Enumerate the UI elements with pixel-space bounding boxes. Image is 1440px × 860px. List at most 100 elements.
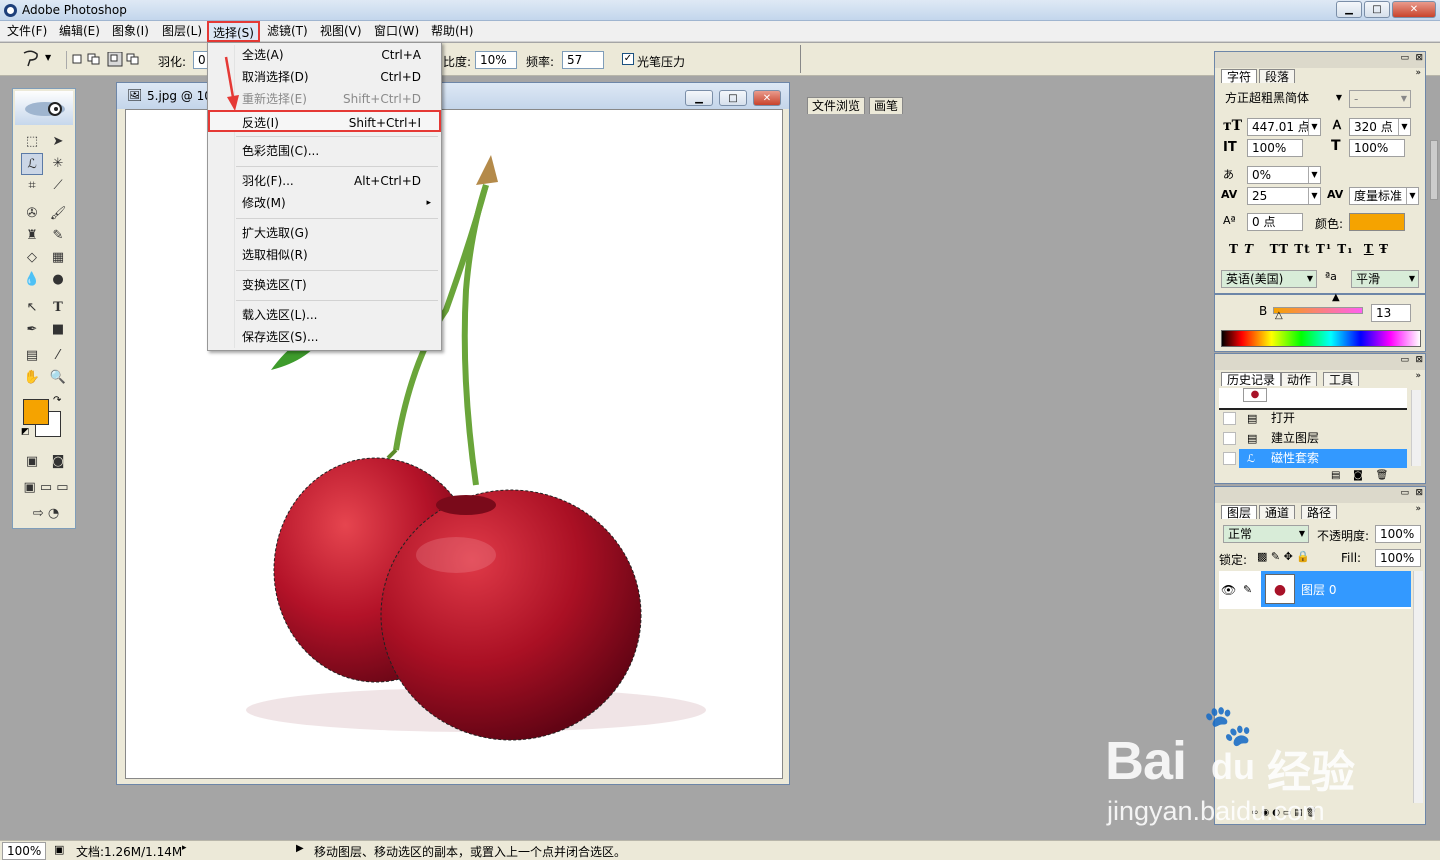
history-item-selected[interactable]: ℒ 磁性套索 <box>1219 449 1407 468</box>
tab-history[interactable]: 历史记录 <box>1221 372 1282 387</box>
panel-well-scroll[interactable] <box>1430 140 1438 200</box>
lock-icons[interactable]: ▩ ✎ ✥ 🔒 <box>1257 550 1310 563</box>
leading-input[interactable]: 320 点 ▼ <box>1349 118 1411 136</box>
stamp-icon[interactable]: ♜ <box>21 225 43 247</box>
channel-slider[interactable] <box>1273 307 1363 314</box>
channel-value-input[interactable]: 13 <box>1371 304 1411 322</box>
history-scrollbar[interactable] <box>1411 390 1421 466</box>
zoom-input[interactable]: 100% <box>2 842 46 860</box>
notes-icon[interactable]: ▤ <box>21 345 43 367</box>
panel-menu-icon[interactable]: » <box>1415 371 1421 381</box>
crop-icon[interactable]: ⌗ <box>21 175 43 197</box>
screen-mode-icons[interactable]: ▣ ▭ ▭ <box>19 477 73 499</box>
font-size-input[interactable]: 447.01 点 ▼ <box>1247 118 1321 136</box>
panel-minimize-icon[interactable]: ▭ <box>1400 53 1409 63</box>
hand-icon[interactable]: ✋ <box>21 367 43 389</box>
feather-input[interactable]: 0 <box>193 51 207 69</box>
slice-icon[interactable]: ⟋ <box>47 175 69 197</box>
brush-icon[interactable]: 🖌 <box>47 203 69 225</box>
panel-close-icon[interactable]: ⊠ <box>1415 53 1423 63</box>
font-family-select[interactable]: 方正超粗黑简体 ▼ <box>1221 90 1345 108</box>
menu-filter[interactable]: 滤镜(T) <box>263 23 312 40</box>
layer-name[interactable]: 图层 0 <box>1301 581 1336 598</box>
pen-pressure-checkbox[interactable]: ✓ <box>622 53 634 65</box>
panel-minimize-icon[interactable]: ▭ <box>1400 488 1409 498</box>
close-button[interactable]: ✕ <box>1392 1 1436 18</box>
healing-icon[interactable]: ✇ <box>21 203 43 225</box>
menu-window[interactable]: 窗口(W) <box>370 23 423 40</box>
swap-colors-icon[interactable]: ↷ <box>53 395 61 406</box>
doc-close-button[interactable]: ✕ <box>753 90 781 106</box>
tab-paths[interactable]: 路径 <box>1301 505 1338 520</box>
history-footer-icons[interactable]: ▤ ◙ 🗑 <box>1331 470 1388 481</box>
jump-to-imageready-icon[interactable]: ⇨ ◔ <box>19 503 73 525</box>
frequency-input[interactable]: 57 <box>562 51 604 69</box>
history-brush-icon[interactable]: ✎ <box>47 225 69 247</box>
menu-layer[interactable]: 图层(L) <box>158 23 206 40</box>
panel-close-icon[interactable]: ⊠ <box>1415 355 1423 365</box>
color-ramp[interactable] <box>1221 330 1421 347</box>
language-select[interactable]: 英语(美国) ▼ <box>1221 270 1317 288</box>
eyedropper-icon[interactable]: ⁄ <box>47 345 69 367</box>
fill-input[interactable]: 100% <box>1375 549 1421 567</box>
tracking-input[interactable]: 25 ▼ <box>1247 187 1321 205</box>
menu-item-load-selection[interactable]: 载入选区(L)... <box>210 304 439 326</box>
tab-channels[interactable]: 通道 <box>1259 505 1296 520</box>
menu-view[interactable]: 视图(V) <box>316 23 366 40</box>
vertical-scale-input[interactable]: 100% <box>1247 139 1303 157</box>
baseline-shift-input[interactable]: 0 点 <box>1247 213 1303 231</box>
gradient-icon[interactable]: ▦ <box>47 247 69 269</box>
history-item[interactable]: ▤ 打开 <box>1219 409 1407 428</box>
horizontal-scale-input[interactable]: 100% <box>1349 139 1405 157</box>
eraser-icon[interactable]: ◇ <box>21 247 43 269</box>
selection-mode-icons[interactable] <box>72 52 142 68</box>
zoom-icon[interactable]: 🔍 <box>47 367 69 389</box>
lasso-icon[interactable]: ℒ <box>21 153 43 175</box>
standard-mode-icon[interactable]: ▣ <box>21 451 43 473</box>
tab-file-browser[interactable]: 文件浏览 <box>807 97 866 114</box>
shape-icon[interactable]: ■ <box>47 319 69 341</box>
tsume-input[interactable]: 0% ▼ <box>1247 166 1321 184</box>
slider-thumb-icon[interactable]: △ <box>1275 310 1283 321</box>
path-select-icon[interactable]: ↖ <box>21 297 43 319</box>
marquee-icon[interactable]: ⬚ <box>21 131 43 153</box>
layer-row[interactable]: 👁 ✎ ● 图层 0 <box>1219 571 1411 609</box>
pen-icon[interactable]: ✒ <box>21 319 43 341</box>
tool-preset-arrow-icon[interactable]: ▼ <box>45 53 51 62</box>
menu-select[interactable]: 选择(S) <box>207 21 260 42</box>
magic-wand-icon[interactable]: ✳ <box>47 153 69 175</box>
doc-maximize-button[interactable]: □ <box>719 90 747 106</box>
tab-tools[interactable]: 工具 <box>1323 372 1360 387</box>
menu-image[interactable]: 图象(I) <box>108 23 153 40</box>
tab-brushes[interactable]: 画笔 <box>869 97 904 114</box>
blend-mode-select[interactable]: 正常 ▼ <box>1223 525 1309 543</box>
tab-paragraph[interactable]: 段落 <box>1259 69 1296 84</box>
menu-file[interactable]: 文件(F) <box>3 23 51 40</box>
panel-menu-icon[interactable]: » <box>1415 68 1421 78</box>
eye-icon[interactable]: 👁 <box>1221 583 1236 597</box>
panel-close-icon[interactable]: ⊠ <box>1415 488 1423 498</box>
menu-item-grow[interactable]: 扩大选取(G) <box>210 222 439 244</box>
dodge-icon[interactable]: ● <box>47 269 69 291</box>
menu-item-feather[interactable]: 羽化(F)... Alt+Ctrl+D <box>210 170 439 192</box>
font-style-select[interactable]: - ▼ <box>1349 90 1411 108</box>
kerning-select[interactable]: 度量标准 ▼ <box>1349 187 1419 205</box>
doc-info-arrow-icon[interactable]: ▸ <box>182 843 187 853</box>
tab-character[interactable]: 字符 <box>1221 69 1258 84</box>
menu-edit[interactable]: 编辑(E) <box>55 23 104 40</box>
menu-item-save-selection[interactable]: 保存选区(S)... <box>210 326 439 348</box>
antialias-select[interactable]: 平滑 ▼ <box>1351 270 1419 288</box>
text-color-swatch[interactable] <box>1349 213 1405 231</box>
opacity-input[interactable]: 100% <box>1375 525 1421 543</box>
move-icon[interactable]: ➤ <box>47 131 69 153</box>
maximize-button[interactable]: □ <box>1364 1 1390 18</box>
menu-item-similar[interactable]: 选取相似(R) <box>210 244 439 266</box>
tab-actions[interactable]: 动作 <box>1281 372 1318 387</box>
text-style-buttons[interactable]: T T TT Tt T¹ T₁ T Ŧ <box>1229 242 1419 258</box>
contrast-input[interactable]: 10% <box>475 51 517 69</box>
menu-item-color-range[interactable]: 色彩范围(C)... <box>210 140 439 162</box>
blur-icon[interactable]: 💧 <box>21 269 43 291</box>
history-item[interactable]: ▤ 建立图层 <box>1219 429 1407 448</box>
magnetic-lasso-icon[interactable] <box>20 49 42 69</box>
foreground-color-swatch[interactable] <box>23 399 49 425</box>
